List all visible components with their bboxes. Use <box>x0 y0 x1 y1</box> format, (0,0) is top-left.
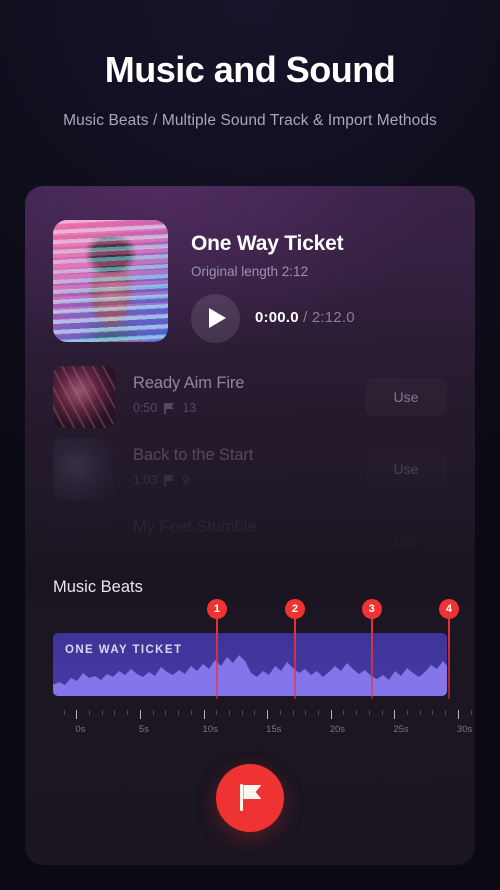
flag-icon <box>164 474 175 486</box>
ruler-tick-minor <box>419 710 421 715</box>
playback-time: 0:00.0 / 2:12.0 <box>255 309 355 326</box>
ruler-tick-major <box>76 710 78 719</box>
album-art <box>53 220 168 342</box>
time-separator: / <box>303 309 308 326</box>
ruler-tick-minor <box>343 710 345 715</box>
ruler-tick-minor <box>165 710 167 715</box>
ruler-tick-minor <box>89 710 91 715</box>
now-playing-length: Original length 2:12 <box>191 264 309 279</box>
ruler-tick-minor <box>470 710 472 715</box>
ruler-tick-major <box>139 710 141 719</box>
track-duration: 0:45 <box>133 545 158 559</box>
track-beat-count: 9 <box>182 473 190 487</box>
page-subtitle: Music Beats / Multiple Sound Track & Imp… <box>63 111 437 129</box>
ruler-tick-minor <box>279 710 281 715</box>
beat-marker-line <box>371 615 373 699</box>
use-button[interactable]: Use <box>365 378 447 416</box>
beat-marker-badge[interactable]: 4 <box>438 599 459 619</box>
ruler-tick-minor <box>127 710 129 715</box>
ruler-tick-major <box>267 710 269 719</box>
track-list: Ready Aim Fire 0:50 13 Use Back to the S… <box>53 364 447 580</box>
track-meta: 0:45 7 <box>133 545 189 559</box>
waveform-shape <box>53 655 447 696</box>
album-art-sheen <box>53 220 168 342</box>
ruler-tick-minor <box>318 710 319 715</box>
ruler-label: 20s <box>329 724 346 735</box>
track-meta: 0:50 13 <box>133 401 196 415</box>
waveform-background <box>53 633 447 696</box>
beat-marker-badge[interactable]: 1 <box>206 599 227 619</box>
ruler-tick-minor <box>292 710 294 715</box>
ruler-label: 5s <box>138 724 149 735</box>
music-panel-card: One Way Ticket Original length 2:12 0:00… <box>25 186 475 865</box>
track-meta: 1:03 9 <box>133 473 189 487</box>
flag-icon <box>164 546 175 558</box>
track-beat-count: 13 <box>182 401 197 415</box>
ruler-tick-minor <box>190 710 192 715</box>
ruler-tick-major <box>330 710 332 719</box>
ruler-tick-minor <box>254 710 256 715</box>
add-beat-button[interactable] <box>216 764 284 832</box>
ruler-tick-minor <box>305 710 307 715</box>
ruler-label: 15s <box>266 724 282 735</box>
flag-icon <box>164 402 175 414</box>
total-time: 2:12.0 <box>311 309 355 326</box>
now-playing-section: One Way Ticket Original length 2:12 0:00… <box>53 220 447 345</box>
use-button[interactable]: Use <box>365 450 447 488</box>
track-row[interactable]: Ready Aim Fire 0:50 13 Use <box>53 364 447 436</box>
ruler-tick-major <box>394 710 396 719</box>
track-duration: 0:50 <box>133 401 158 415</box>
waveform-label: ONE WAY TICKET <box>65 644 183 656</box>
track-row[interactable]: My Feet Stumble 0:45 7 Use <box>53 508 447 580</box>
ruler-tick-major <box>203 710 205 719</box>
waveform-track[interactable]: ONE WAY TICKET 1 2 3 4 <box>53 599 459 699</box>
music-beats-heading: Music Beats <box>53 578 143 596</box>
now-playing-title: One Way Ticket <box>191 232 344 255</box>
track-row[interactable]: Back to the Start 1:03 9 Use <box>53 436 447 508</box>
ruler-tick-minor <box>356 710 358 715</box>
beat-marker-badge[interactable]: 3 <box>361 599 382 619</box>
beat-marker-line <box>216 615 218 699</box>
ruler-tick-minor <box>216 710 218 715</box>
ruler-tick-minor <box>407 710 409 715</box>
beat-marker-badge[interactable]: 2 <box>284 599 305 619</box>
track-thumbnail <box>53 510 115 572</box>
ruler-tick-major <box>457 710 459 719</box>
track-beat-count: 7 <box>182 545 190 559</box>
beat-marker-line <box>448 615 450 699</box>
track-name: Back to the Start <box>133 446 254 464</box>
ruler-tick-minor <box>101 710 103 715</box>
beat-marker-line <box>294 615 296 699</box>
flag-icon <box>240 784 262 811</box>
page-title: Music and Sound <box>104 49 396 90</box>
track-thumbnail <box>53 366 115 428</box>
ruler-tick-minor <box>381 710 383 715</box>
ruler-label: 0s <box>75 724 86 735</box>
ruler-tick-minor <box>241 710 243 715</box>
ruler-tick-minor <box>445 710 447 715</box>
ruler-tick-minor <box>228 710 230 715</box>
track-name: Ready Aim Fire <box>133 374 245 392</box>
track-thumbnail <box>53 438 115 500</box>
play-button[interactable] <box>191 294 240 343</box>
ruler-label: 10s <box>202 724 218 735</box>
timeline-ruler[interactable]: 0s 5s 10s 15s 20s 25s 30s <box>53 710 475 750</box>
play-icon <box>209 308 226 328</box>
ruler-label: 25s <box>393 724 409 735</box>
track-name: My Feet Stumble <box>133 518 257 536</box>
use-button[interactable]: Use <box>365 522 447 560</box>
ruler-tick-minor <box>152 710 154 715</box>
app-screen: Music and Sound Music Beats / Multiple S… <box>0 0 500 890</box>
ruler-tick-minor <box>368 710 370 715</box>
ruler-tick-minor <box>432 710 434 715</box>
track-duration: 1:03 <box>133 473 158 487</box>
ruler-tick-minor <box>63 710 65 715</box>
page-header: Music and Sound Music Beats / Multiple S… <box>0 0 500 130</box>
ruler-label: 30s <box>456 724 473 735</box>
ruler-tick-minor <box>178 710 180 715</box>
current-time: 0:00.0 <box>255 309 299 326</box>
ruler-tick-minor <box>114 710 116 715</box>
